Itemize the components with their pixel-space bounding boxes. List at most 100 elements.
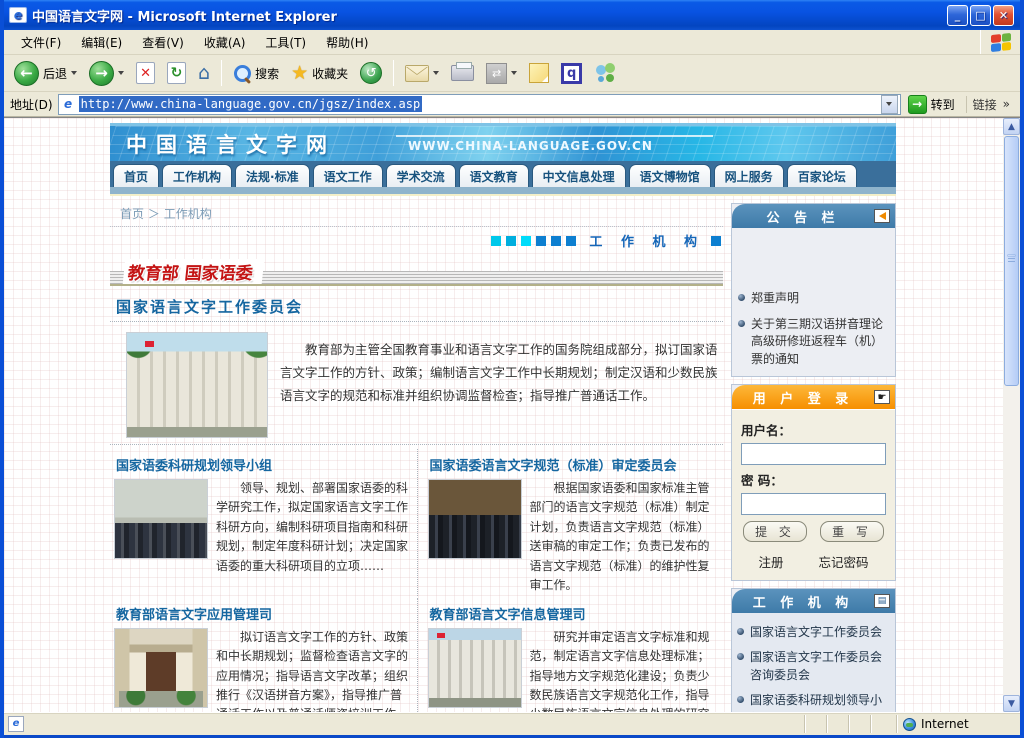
breadcrumb-separator: ＞ xyxy=(148,207,160,221)
search-button[interactable]: 搜索 xyxy=(229,62,283,84)
site-logo-text[interactable]: 中国语言文字网 xyxy=(110,129,336,159)
close-button[interactable]: ✕ xyxy=(993,5,1014,26)
org-section-title[interactable]: 教育部语言文字信息管理司 xyxy=(430,604,716,623)
nav-tab-academic[interactable]: 学术交流 xyxy=(386,164,456,187)
org-section-photo[interactable] xyxy=(114,479,208,559)
toolbar-separator xyxy=(221,60,222,86)
announcement-item[interactable]: 郑重声明 xyxy=(738,290,889,307)
scrollbar-thumb[interactable] xyxy=(1004,136,1019,386)
links-label: 链接 xyxy=(973,96,997,113)
nav-tab-forum[interactable]: 百家论坛 xyxy=(787,164,857,187)
org-section-title[interactable]: 国家语委语言文字规范（标准）审定委员会 xyxy=(430,455,716,474)
nav-strip xyxy=(110,187,896,194)
menu-file[interactable]: 文件(F) xyxy=(12,31,70,54)
favorites-button[interactable]: ★ 收藏夹 xyxy=(287,60,352,86)
thunder-button[interactable]: q xyxy=(557,61,586,86)
history-icon: ↺ xyxy=(360,62,382,84)
go-button[interactable]: → 转到 xyxy=(906,94,961,115)
chevrons-icon[interactable]: » xyxy=(1003,97,1010,111)
toolbar-separator xyxy=(393,60,394,86)
forward-icon: → xyxy=(89,61,114,86)
announcement-item[interactable]: 关于第三期汉语拼音理论高级研修班返程车（机）票的通知 xyxy=(738,316,889,368)
committee-heading[interactable]: 国家语言文字工作委员会 xyxy=(116,296,723,317)
home-button[interactable]: ⌂ xyxy=(194,60,214,86)
history-button[interactable]: ↺ xyxy=(356,60,386,86)
site-url-text: WWW.CHINA-LANGUAGE.GOV.CN xyxy=(396,135,713,153)
refresh-button[interactable]: ↻ xyxy=(163,60,190,86)
nav-tab-home[interactable]: 首页 xyxy=(113,164,159,187)
org-link[interactable]: 国家语委科研规划领导小组 xyxy=(750,692,890,712)
menu-view[interactable]: 查看(V) xyxy=(133,31,193,54)
edit-dropdown-icon[interactable] xyxy=(511,71,517,75)
discuss-button[interactable] xyxy=(525,61,553,85)
menu-help[interactable]: 帮助(H) xyxy=(317,31,377,54)
window-title: 中国语言文字网 - Microsoft Internet Explorer xyxy=(32,6,947,25)
edit-button[interactable]: ⇄ xyxy=(482,61,521,86)
nav-tab-info-processing[interactable]: 中文信息处理 xyxy=(532,164,626,187)
back-dropdown-icon[interactable] xyxy=(71,71,77,75)
org-section-photo[interactable] xyxy=(114,628,208,708)
nav-tab-education[interactable]: 语文教育 xyxy=(459,164,529,187)
minimize-button[interactable]: _ xyxy=(947,5,968,26)
marker-square-icon xyxy=(566,236,576,246)
address-url[interactable]: http://www.china-language.gov.cn/jgsz/in… xyxy=(79,96,423,112)
menu-bar: 文件(F) 编辑(E) 查看(V) 收藏(A) 工具(T) 帮助(H) xyxy=(4,30,1020,55)
forgot-password-link[interactable]: 忘记密码 xyxy=(818,552,868,571)
back-button[interactable]: ← 后退 xyxy=(10,59,81,88)
nav-tab-regulations[interactable]: 法规·标准 xyxy=(235,164,310,187)
forward-button[interactable]: → xyxy=(85,59,128,88)
org-list-item[interactable]: 国家语言文字工作委员会 xyxy=(737,624,890,641)
password-field[interactable] xyxy=(741,493,886,515)
nav-tab-language-work[interactable]: 语文工作 xyxy=(313,164,383,187)
menu-favorites[interactable]: 收藏(A) xyxy=(195,31,255,54)
search-icon xyxy=(233,64,251,82)
org-section-title[interactable]: 教育部语言文字应用管理司 xyxy=(116,604,409,623)
org-list-item[interactable]: 国家语言文字工作委员会咨询委员会 xyxy=(737,649,890,684)
username-label: 用户名： xyxy=(741,420,886,439)
nav-tab-orgs[interactable]: 工作机构 xyxy=(162,164,232,187)
committee-building-photo[interactable] xyxy=(126,332,268,438)
org-link[interactable]: 国家语言文字工作委员会咨询委员会 xyxy=(750,649,890,684)
org-list-item[interactable]: 国家语委科研规划领导小组 xyxy=(737,692,890,712)
more-arrow-icon[interactable] xyxy=(874,209,890,223)
print-button[interactable] xyxy=(447,63,478,83)
stop-button[interactable]: ✕ xyxy=(132,60,159,86)
messenger-button[interactable] xyxy=(590,61,622,85)
username-field[interactable] xyxy=(741,443,886,465)
bullet-icon xyxy=(738,320,745,327)
address-dropdown-icon[interactable] xyxy=(881,95,898,114)
nav-tab-services[interactable]: 网上服务 xyxy=(714,164,784,187)
breadcrumb-home-link[interactable]: 首页 xyxy=(120,207,144,221)
vertical-scrollbar[interactable]: ▲ ▼ xyxy=(1003,118,1020,712)
forward-dropdown-icon[interactable] xyxy=(118,71,124,75)
status-pane xyxy=(826,715,848,733)
scroll-up-icon[interactable]: ▲ xyxy=(1003,118,1020,135)
status-page-icon: e xyxy=(8,716,24,732)
go-label: 转到 xyxy=(931,96,955,113)
org-section: 国家语委科研规划领导小组 领导、规划、部署国家语委的科学研究工作，拟定国家语言文… xyxy=(110,449,417,596)
menu-edit[interactable]: 编辑(E) xyxy=(72,31,131,54)
address-input[interactable]: e http://www.china-language.gov.cn/jgsz/… xyxy=(58,94,901,115)
mail-icon xyxy=(405,65,429,82)
maximize-button[interactable]: □ xyxy=(970,5,991,26)
links-bar[interactable]: 链接 » xyxy=(966,96,1016,113)
breadcrumb: 首页 ＞ 工作机构 xyxy=(110,203,723,226)
mail-dropdown-icon[interactable] xyxy=(433,71,439,75)
announcement-link[interactable]: 关于第三期汉语拼音理论高级研修班返程车（机）票的通知 xyxy=(751,316,889,368)
org-section-text: 研究并审定语言文字标准和规范，制定语言文字信息处理标准；指导地方文字规范化建设；… xyxy=(530,628,716,712)
menu-tools[interactable]: 工具(T) xyxy=(256,31,315,54)
ministry-heading-block: 教育部 国家语委 xyxy=(110,260,723,286)
org-section-photo[interactable] xyxy=(428,479,522,559)
announcement-link[interactable]: 郑重声明 xyxy=(751,290,799,307)
nav-tab-museum[interactable]: 语文博物馆 xyxy=(629,164,711,187)
submit-button[interactable]: 提 交 xyxy=(743,521,807,542)
org-link[interactable]: 国家语言文字工作委员会 xyxy=(750,624,882,641)
register-link[interactable]: 注册 xyxy=(758,552,783,571)
scroll-down-icon[interactable]: ▼ xyxy=(1003,695,1020,712)
divider xyxy=(110,321,723,322)
reset-button[interactable]: 重 写 xyxy=(820,521,884,542)
page-favicon: e xyxy=(61,97,76,112)
mail-button[interactable] xyxy=(401,63,443,84)
org-section-photo[interactable] xyxy=(428,628,522,708)
org-section-title[interactable]: 国家语委科研规划领导小组 xyxy=(116,455,409,474)
